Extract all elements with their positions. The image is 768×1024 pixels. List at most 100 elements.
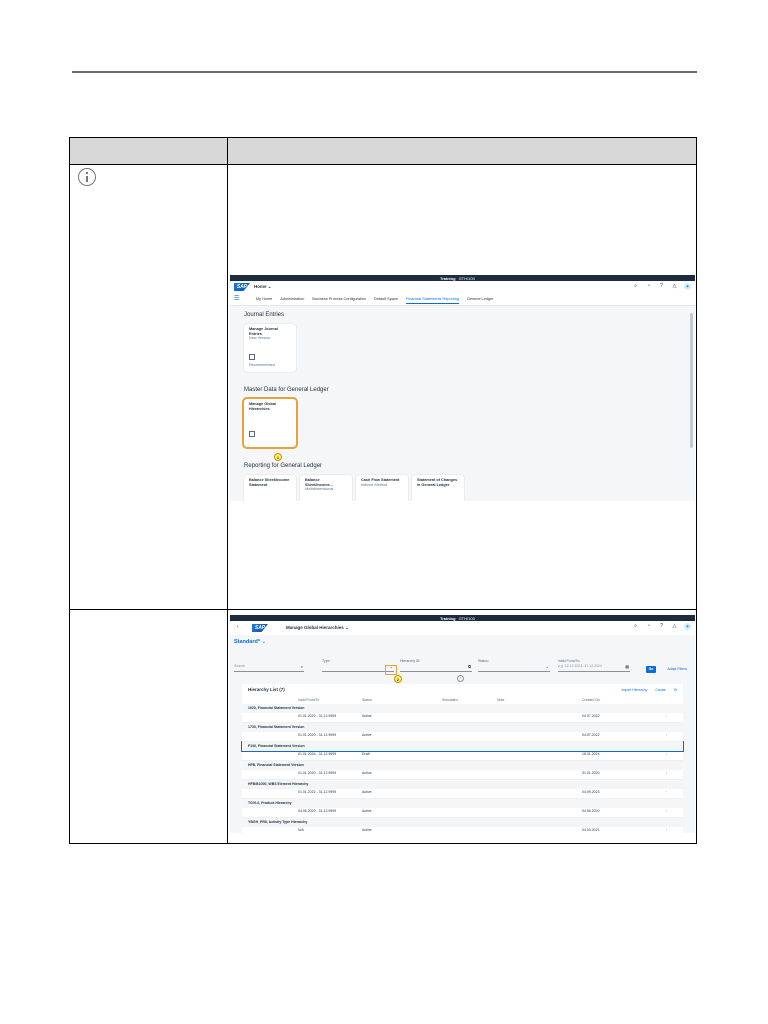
column-header: Created On bbox=[582, 698, 601, 702]
tab-list: My Home Administration Business Process Co… bbox=[256, 297, 493, 304]
bell-icon[interactable]: △ bbox=[671, 623, 678, 630]
table-row[interactable]: 01.01.2020 - 31.12.9999 Active 04.07.2022 › bbox=[242, 732, 683, 742]
tab-general-ledger[interactable]: General Ledger bbox=[467, 297, 493, 304]
created-cell: 18.01.2024 bbox=[582, 752, 600, 756]
app-title-menu[interactable]: Manage Global Hierarchies ⌄ bbox=[286, 625, 349, 631]
tile-subtitle: New Version bbox=[249, 336, 271, 341]
chevron-down-icon[interactable]: ⌄ bbox=[546, 664, 549, 669]
section-reporting: Reporting for General Ledger bbox=[244, 463, 323, 469]
go-button[interactable]: Go bbox=[646, 666, 656, 673]
collapse-header-icon[interactable]: ⌃ bbox=[457, 675, 464, 682]
avatar[interactable]: ◉ bbox=[684, 623, 691, 630]
tab-financial-statements-reporting[interactable]: Financial Statements Reporting bbox=[406, 297, 459, 304]
settings-icon[interactable]: ⚙ bbox=[674, 688, 677, 692]
table-row[interactable]: 01.01.2020 - 31.12.9999 Active 04.07.2022 › bbox=[242, 713, 683, 723]
shell-icons: ⌕ ◔ ? △ ◉ bbox=[632, 623, 691, 630]
tile-balance-sheet-multidimensional[interactable]: Balance Sheet/Income... Multidimensional bbox=[300, 475, 352, 501]
help-icon[interactable]: ? bbox=[658, 283, 665, 290]
group-header: HFB/B1000, WBS Element Hierarchy bbox=[242, 780, 683, 789]
search-field[interactable]: Search ⌕ bbox=[234, 659, 304, 675]
filter-bar: Search ⌕ Type: ⌄ Hierarchy ID: ⧉ Status: … bbox=[234, 659, 691, 675]
table-row[interactable]: 01.01.2022 - 31.12.9999 Active 04.09.2023 › bbox=[242, 789, 683, 799]
tile-cash-flow-statement[interactable]: Cash Flow Statement Indirect Method bbox=[356, 475, 408, 501]
hierarchy-icon bbox=[249, 431, 255, 437]
chevron-right-icon[interactable]: › bbox=[666, 809, 667, 813]
notifications-icon[interactable]: ◔ bbox=[645, 283, 652, 290]
status-filter[interactable]: Status: ⌄ bbox=[478, 659, 550, 675]
table-row[interactable]: 01.01.2020 - 31.12.9999 Active 31.01.2020 › bbox=[242, 770, 683, 780]
status-cell: Draft bbox=[362, 752, 370, 756]
tile-subtitle: Multidimensional bbox=[305, 487, 334, 492]
table-row[interactable]: 01.01.2024 - 31.12.9999 Draft 18.01.2024 › bbox=[242, 751, 683, 761]
chevron-right-icon[interactable]: › bbox=[666, 790, 667, 794]
tab-business-process-configuration[interactable]: Business Process Configuration bbox=[312, 297, 366, 304]
group-header: TGVL0, Product Hierarchy bbox=[242, 799, 683, 808]
calendar-icon[interactable]: ▦ bbox=[625, 664, 629, 669]
created-cell: 04.07.2022 bbox=[582, 714, 600, 718]
hierarchy-id-filter[interactable]: Hierarchy ID: ⧉ bbox=[400, 659, 472, 675]
tile-footer: Recommended bbox=[249, 363, 275, 368]
tile-statement-of-changes[interactable]: Statement of Changes in General Ledger bbox=[412, 475, 464, 501]
column-header: Valid From/To bbox=[298, 698, 320, 702]
hierarchy-list: Hierarchy List (7) Import Hierarchy Crea… bbox=[241, 684, 684, 833]
tile-balance-sheet[interactable]: Balance Sheet/Income Statement bbox=[244, 475, 296, 501]
chevron-right-icon[interactable]: › bbox=[666, 771, 667, 775]
step-marker: 1 bbox=[274, 453, 282, 461]
variant-selector[interactable]: Standard* ⌄ bbox=[234, 639, 266, 645]
list-title: Hierarchy List (7) bbox=[248, 687, 285, 692]
help-icon[interactable]: ? bbox=[658, 623, 665, 630]
created-cell: 04.03.2021 bbox=[582, 828, 600, 832]
type-filter[interactable]: Type: ⌄ bbox=[322, 659, 394, 675]
document-icon bbox=[249, 354, 255, 360]
valid-placeholder: e.g. 22.12.2024–31.12.2024 bbox=[558, 664, 602, 668]
table-header-row bbox=[70, 138, 696, 165]
section-master-data: Master Data for General Ledger bbox=[244, 387, 329, 393]
chevron-right-icon[interactable]: › bbox=[666, 733, 667, 737]
valid-cell: 01.01.2020 - 31.12.9999 bbox=[298, 714, 337, 718]
table-row[interactable]: 04.06.2020 - 31.12.9999 Active 04.06.2020 › bbox=[242, 808, 683, 818]
value-help-icon[interactable]: ⧉ bbox=[468, 664, 471, 669]
status-cell: Active bbox=[362, 828, 372, 832]
chevron-right-icon[interactable]: › bbox=[666, 714, 667, 718]
avatar[interactable]: ◉ bbox=[684, 283, 691, 290]
valid-cell: 01.01.2020 - 31.12.9999 bbox=[298, 771, 337, 775]
tab-my-home[interactable]: My Home bbox=[256, 297, 272, 304]
tab-administration[interactable]: Administration bbox=[280, 297, 304, 304]
notifications-icon[interactable]: ◔ bbox=[645, 623, 652, 630]
hierarchy-rows: 1020, Financial Statement Version 01.01.2… bbox=[241, 704, 684, 833]
tile-subtitle: Indirect Method bbox=[361, 482, 388, 487]
back-icon[interactable]: ‹ bbox=[237, 624, 239, 630]
hierarchies-screenshot: Training GTH/100 ‹ SAP Manage Global Hier… bbox=[230, 615, 695, 833]
adapt-filters-link[interactable]: Adapt Filters bbox=[667, 667, 687, 671]
import-hierarchy-button[interactable]: Import Hierarchy bbox=[621, 688, 647, 692]
valid-from-filter[interactable]: Valid From/To: e.g. 22.12.2024–31.12.202… bbox=[558, 659, 630, 675]
scrollbar[interactable] bbox=[690, 313, 693, 448]
info-icon bbox=[78, 168, 96, 186]
tab-default-space[interactable]: Default Space bbox=[374, 297, 398, 304]
search-icon[interactable]: ⌕ bbox=[632, 283, 639, 290]
created-cell: 04.09.2023 bbox=[582, 790, 600, 794]
group-header: YBGH_PR8, Activity Type Hierarchy bbox=[242, 818, 683, 827]
valid-cell: 01.01.2022 - 31.12.9999 bbox=[298, 790, 337, 794]
chevron-right-icon[interactable]: › bbox=[666, 828, 667, 832]
home-menu[interactable]: Home ⌄ bbox=[254, 284, 272, 290]
menu-icon[interactable]: ☰ bbox=[234, 295, 239, 302]
valid-cell: N/A bbox=[298, 828, 304, 832]
search-icon[interactable]: ⌕ bbox=[301, 664, 303, 669]
tile-manage-journal-entries[interactable]: Manage Journal Entries New Version Recom… bbox=[244, 324, 296, 372]
tile-title: Statement of Changes in General Ledger bbox=[417, 478, 458, 487]
chevron-right-icon[interactable]: › bbox=[666, 752, 667, 756]
table-row[interactable]: N/A Active 04.03.2021 › bbox=[242, 827, 683, 833]
shell-icons: ⌕ ◔ ? △ ◉ bbox=[632, 283, 691, 290]
created-cell: 04.06.2020 bbox=[582, 809, 600, 813]
search-icon[interactable]: ⌕ bbox=[632, 623, 639, 630]
sap-logo: SAP bbox=[234, 283, 250, 291]
highlight-type-dropdown bbox=[385, 665, 397, 675]
group-header: HFB, Financial Statement Version bbox=[242, 761, 683, 770]
create-button[interactable]: Create bbox=[655, 688, 666, 692]
launchpad-screenshot: Training GTH/100 SAP Home ⌄ ⌕ ◔ ? △ ◉ ☰ M… bbox=[230, 275, 695, 501]
created-cell: 31.01.2020 bbox=[582, 771, 600, 775]
valid-cell: 04.06.2020 - 31.12.9999 bbox=[298, 809, 337, 813]
bell-icon[interactable]: △ bbox=[671, 283, 678, 290]
tile-manage-global-hierarchies[interactable]: Manage Global Hierarchies bbox=[242, 397, 298, 449]
